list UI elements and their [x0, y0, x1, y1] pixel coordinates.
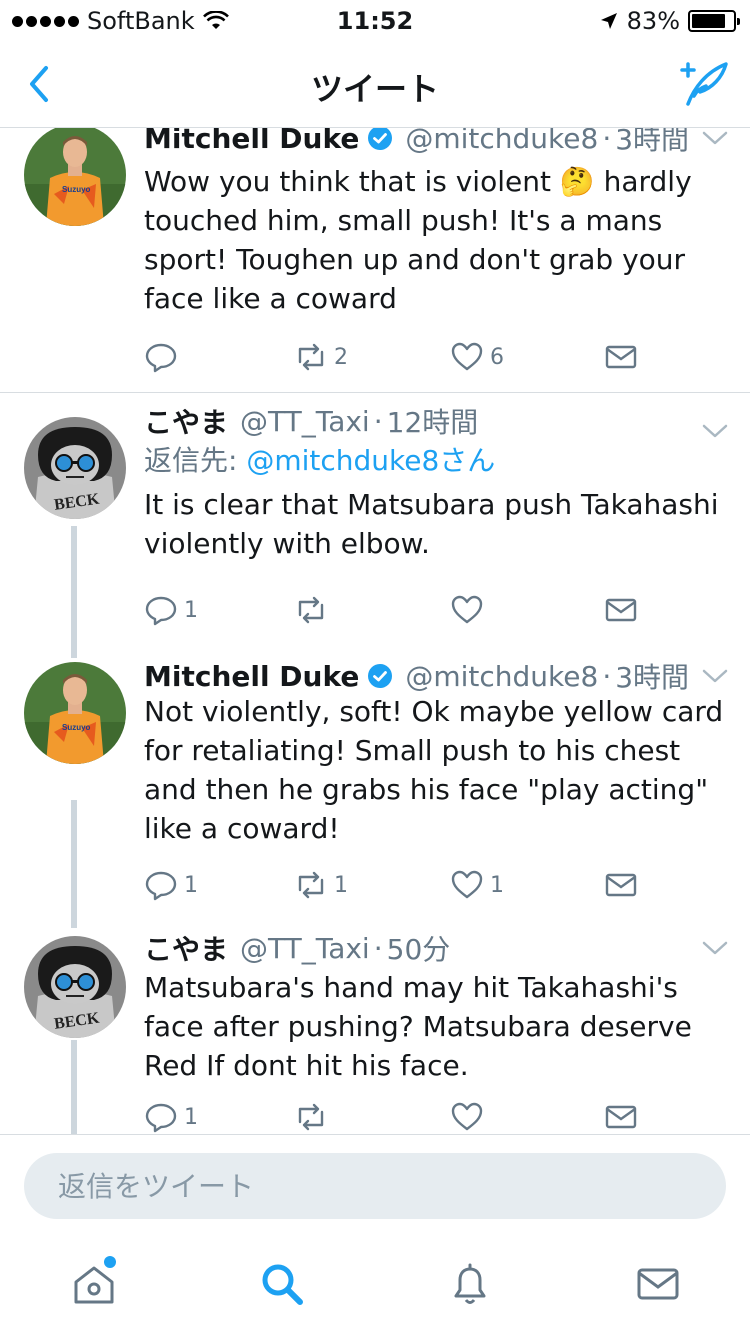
direct-message-button[interactable]: [604, 1100, 638, 1134]
heart-icon: [451, 1102, 483, 1131]
tab-bar: [0, 1234, 750, 1334]
author-handle[interactable]: @mitchduke8: [405, 660, 598, 693]
tweet[interactable]: BECK こやま @TT_Taxi · 12時間 返信先: @mitchduke…: [0, 405, 750, 663]
reply-count: 1: [184, 872, 198, 898]
reply-icon: [145, 871, 177, 901]
tweet[interactable]: BECK こやま @TT_Taxi · 50分 Matsubara's hand…: [0, 928, 750, 1134]
tweet[interactable]: Suzuyo Mitchell Duke @mitchduke8 · 3時間 N…: [0, 656, 750, 926]
compose-tweet-icon[interactable]: [676, 58, 730, 108]
reply-input[interactable]: [24, 1153, 726, 1219]
chevron-down-icon[interactable]: [700, 938, 730, 958]
retweet-button[interactable]: [294, 1100, 334, 1134]
reply-button[interactable]: 1: [144, 868, 198, 902]
avatar[interactable]: BECK: [24, 417, 126, 519]
reply-to-label: 返信先:: [144, 444, 247, 477]
tweet-text: Wow you think that is violent 🤔 hardly t…: [144, 165, 692, 315]
messages-envelope-icon[interactable]: [634, 1260, 682, 1308]
author-handle[interactable]: @TT_Taxi: [240, 932, 370, 965]
author-name[interactable]: Mitchell Duke: [144, 128, 359, 155]
chevron-down-icon[interactable]: [700, 666, 730, 686]
divider: [0, 392, 750, 393]
verified-badge-icon: [368, 664, 393, 688]
envelope-icon: [605, 345, 637, 369]
retweet-count: 1: [334, 872, 348, 898]
envelope-icon: [605, 598, 637, 622]
envelope-icon: [605, 1105, 637, 1129]
location-arrow-icon: [600, 13, 617, 29]
like-button[interactable]: [450, 593, 490, 627]
conversation-timeline: Suzuyo Mitchell Duke @mitchduke8 · 3時間 W…: [0, 128, 750, 1134]
new-content-dot: [104, 1256, 116, 1268]
retweet-button[interactable]: 2: [294, 340, 348, 374]
reply-button[interactable]: 1: [144, 593, 198, 627]
battery-icon: [688, 10, 740, 32]
reply-to-line: 返信先: @mitchduke8さん: [144, 439, 495, 479]
reply-count: 1: [184, 1104, 198, 1130]
retweet-icon: [298, 596, 324, 624]
author-handle[interactable]: @TT_Taxi: [240, 405, 370, 438]
reply-icon: [145, 1103, 177, 1133]
reply-button[interactable]: [144, 340, 184, 374]
direct-message-button[interactable]: [604, 340, 638, 374]
tweet-time: 3時間: [615, 128, 690, 156]
tweet-actions: 1: [144, 1100, 644, 1134]
envelope-icon: [605, 873, 637, 897]
tweet[interactable]: Suzuyo Mitchell Duke @mitchduke8 · 3時間 W…: [0, 128, 750, 392]
avatar[interactable]: BECK: [24, 936, 126, 1038]
page-title: ツイート: [310, 70, 439, 108]
tweet-actions: 1: [144, 593, 644, 633]
direct-message-button[interactable]: [604, 868, 638, 902]
verified-badge-icon: [368, 128, 393, 150]
tweet-actions: 1 1 1: [144, 868, 644, 908]
author-name[interactable]: こやま: [144, 401, 228, 441]
avatar[interactable]: Suzuyo: [24, 128, 126, 226]
heart-icon: [451, 870, 483, 899]
avatar[interactable]: Suzuyo: [24, 662, 126, 764]
author-name[interactable]: Mitchell Duke: [144, 660, 359, 693]
like-button[interactable]: 6: [450, 340, 504, 374]
tweet-time: 3時間: [615, 661, 690, 694]
chevron-down-icon[interactable]: [700, 128, 730, 148]
retweet-icon: [298, 1103, 324, 1131]
reply-icon: [145, 343, 177, 373]
like-count: 1: [490, 872, 504, 898]
reply-to-mention[interactable]: @mitchduke8さん: [246, 444, 495, 477]
direct-message-button[interactable]: [604, 593, 638, 627]
reply-button[interactable]: 1: [144, 1100, 198, 1134]
like-count: 6: [490, 344, 504, 370]
heart-icon: [451, 342, 483, 371]
retweet-count: 2: [334, 344, 348, 370]
notifications-bell-icon[interactable]: [446, 1260, 494, 1308]
author-name[interactable]: こやま: [144, 928, 228, 968]
like-button[interactable]: [450, 1100, 490, 1134]
tweet-text: It is clear that Matsubara push Takahash…: [144, 488, 719, 560]
search-icon[interactable]: [258, 1260, 306, 1308]
retweet-icon: [298, 343, 324, 371]
author-handle[interactable]: @mitchduke8: [405, 128, 598, 155]
retweet-button[interactable]: 1: [294, 868, 348, 902]
nav-bar: ツイート: [0, 40, 750, 128]
jersey-sponsor-text: Suzuyo: [62, 723, 91, 732]
retweet-icon: [298, 871, 324, 899]
heart-icon: [451, 595, 483, 624]
retweet-button[interactable]: [294, 593, 334, 627]
tweet-actions: 2 6: [144, 340, 644, 380]
tweet-text: Not violently, soft! Ok maybe yellow car…: [144, 695, 724, 845]
tweet-time: 50分: [386, 933, 451, 966]
battery-percent: 83%: [626, 7, 680, 35]
like-button[interactable]: 1: [450, 868, 504, 902]
jersey-sponsor-text: Suzuyo: [62, 185, 91, 194]
reply-count: 1: [184, 597, 198, 623]
tweet-time: 12時間: [386, 406, 479, 439]
chevron-down-icon[interactable]: [700, 421, 730, 441]
reply-icon: [145, 596, 177, 626]
reply-bar: [0, 1134, 750, 1234]
status-bar: SoftBank 11:52 83%: [0, 0, 750, 40]
tweet-text: Matsubara's hand may hit Takahashi's fac…: [144, 971, 692, 1082]
